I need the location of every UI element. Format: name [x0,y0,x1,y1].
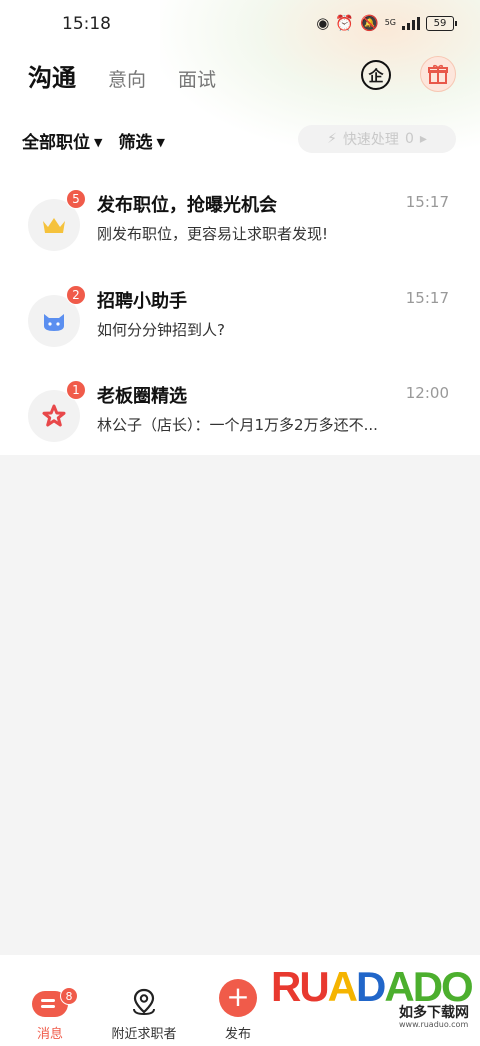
signal-icon [402,16,420,30]
quick-process-count: 0 [404,131,414,147]
gift-icon[interactable] [420,56,456,92]
watermark: RUADADO 如多下载网 www.ruaduo.com [265,955,480,1046]
chevron-right-icon: ▸ [419,131,427,147]
plus-icon: + [219,979,257,1017]
unread-badge: 5 [66,189,86,209]
nav-publish[interactable]: + 发布 [216,955,260,1042]
list-item[interactable]: 2 招聘小助手 15:17 如何分分钟招到人? [0,281,480,371]
mute-icon: 🔕 [360,14,379,32]
status-bar: 15:18 ◉ ⏰ 🔕 5G 59 [0,0,480,50]
message-preview: 林公子（店长）：一个月1万多2万多还不... [97,416,378,434]
messages-badge: 8 [60,987,78,1005]
tab-communicate[interactable]: 沟通 [28,58,76,93]
alarm-icon: ⏰ [335,14,355,32]
tab-intent[interactable]: 意向 [108,65,146,92]
message-title: 招聘小助手 [97,291,187,312]
status-time: 15:18 [62,14,111,34]
message-time: 12:00 [405,384,449,402]
caret-down-icon: ▼ [94,136,103,149]
quick-process-button[interactable]: ⚡ 快速处理 0 ▸ [298,125,456,153]
location-pin-icon [133,988,155,1016]
eye-icon: ◉ [316,14,330,32]
message-time: 15:17 [405,289,449,307]
filter-dropdown[interactable]: 筛选 ▼ [118,128,164,153]
filter-label: 筛选 [118,133,153,153]
nav-publish-label: 发布 [224,1027,251,1042]
status-icons: ◉ ⏰ 🔕 5G 59 [316,14,457,32]
caret-down-icon: ▼ [156,136,165,149]
lightning-icon: ⚡ [327,131,337,147]
all-positions-dropdown[interactable]: 全部职位 ▼ [22,128,102,153]
battery-icon: 59 [426,15,457,31]
quick-process-label: 快速处理 [342,132,399,148]
message-title: 发布职位，抢曝光机会 [97,195,277,216]
filter-row: 全部职位 ▼ 筛选 ▼ [22,128,165,153]
network-label: 5G [384,18,396,27]
unread-badge: 2 [66,285,86,305]
nav-nearby-seekers[interactable]: 附近求职者 [104,955,184,1042]
header-tabs: 沟通 意向 面试 [28,58,216,93]
nav-messages-label: 消息 [36,1027,63,1042]
message-preview: 刚发布职位，更容易让求职者发现! [97,225,329,243]
message-preview: 如何分分钟招到人? [97,321,225,339]
nav-nearby-label: 附近求职者 [111,1027,177,1042]
enterprise-icon[interactable]: 企 [361,60,391,90]
unread-badge: 1 [66,380,86,400]
nav-messages[interactable]: 8 消息 [30,955,78,1042]
list-item[interactable]: 5 发布职位，抢曝光机会 15:17 刚发布职位，更容易让求职者发现! [0,185,480,275]
list-item[interactable]: 1 老板圈精选 12:00 林公子（店长）：一个月1万多2万多还不... [0,376,480,466]
tab-interview[interactable]: 面试 [178,65,216,92]
watermark-name: 如多下载网 [399,1005,469,1021]
all-positions-label: 全部职位 [22,133,90,153]
watermark-url: www.ruaduo.com [399,1020,469,1029]
message-time: 15:17 [405,193,449,211]
message-title: 老板圈精选 [97,386,187,407]
